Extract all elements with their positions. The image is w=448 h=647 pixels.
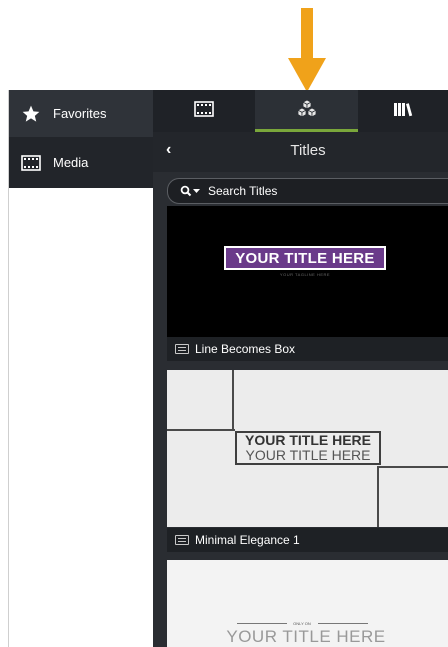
title-caption[interactable]: Line Becomes Box	[167, 337, 448, 361]
preview-tagline-text: YOUR TAGLINE HERE	[279, 272, 331, 277]
preview-line	[379, 466, 448, 468]
tab-media[interactable]	[153, 90, 255, 132]
preview-line	[232, 370, 234, 431]
preview-title-text: YOUR TITLE HERE	[224, 246, 386, 270]
preview-line	[377, 466, 379, 527]
toolbar	[153, 90, 448, 132]
sidebar-item-media[interactable]: Media	[9, 137, 154, 188]
title-caption-icon	[175, 344, 189, 354]
preview-small-text: ONLY ON	[293, 621, 311, 626]
tab-annotations[interactable]	[255, 90, 358, 132]
books-icon	[393, 101, 413, 122]
preview-line	[167, 429, 235, 431]
title-name: Line Becomes Box	[195, 342, 296, 356]
panel-title: Titles	[290, 142, 326, 159]
sidebar: Favorites Media	[8, 90, 154, 647]
preview-title-text: YOUR TITLE HERE	[244, 432, 371, 448]
sidebar-item-label: Favorites	[53, 106, 107, 121]
star-icon	[21, 104, 41, 124]
sidebar-item-label: Media	[53, 155, 89, 170]
title-caption[interactable]: Minimal Elegance 1	[167, 528, 448, 552]
search-icon[interactable]	[180, 184, 206, 198]
sidebar-item-favorites[interactable]: Favorites	[9, 90, 154, 137]
search-field[interactable]	[167, 178, 448, 204]
search-input[interactable]	[208, 184, 408, 198]
cubes-icon	[296, 99, 318, 124]
title-name: Minimal Elegance 1	[195, 533, 300, 547]
preview-subtitle-text: YOUR TITLE HERE	[245, 447, 371, 463]
pointer-arrow-shaft	[301, 8, 313, 63]
film-icon	[194, 100, 214, 122]
film-icon	[21, 153, 41, 173]
title-caption-icon	[175, 535, 189, 545]
tab-library[interactable]	[358, 90, 448, 132]
pointer-arrow-icon	[288, 58, 326, 92]
preview-title-text: YOUR TITLE HERE	[226, 627, 386, 646]
